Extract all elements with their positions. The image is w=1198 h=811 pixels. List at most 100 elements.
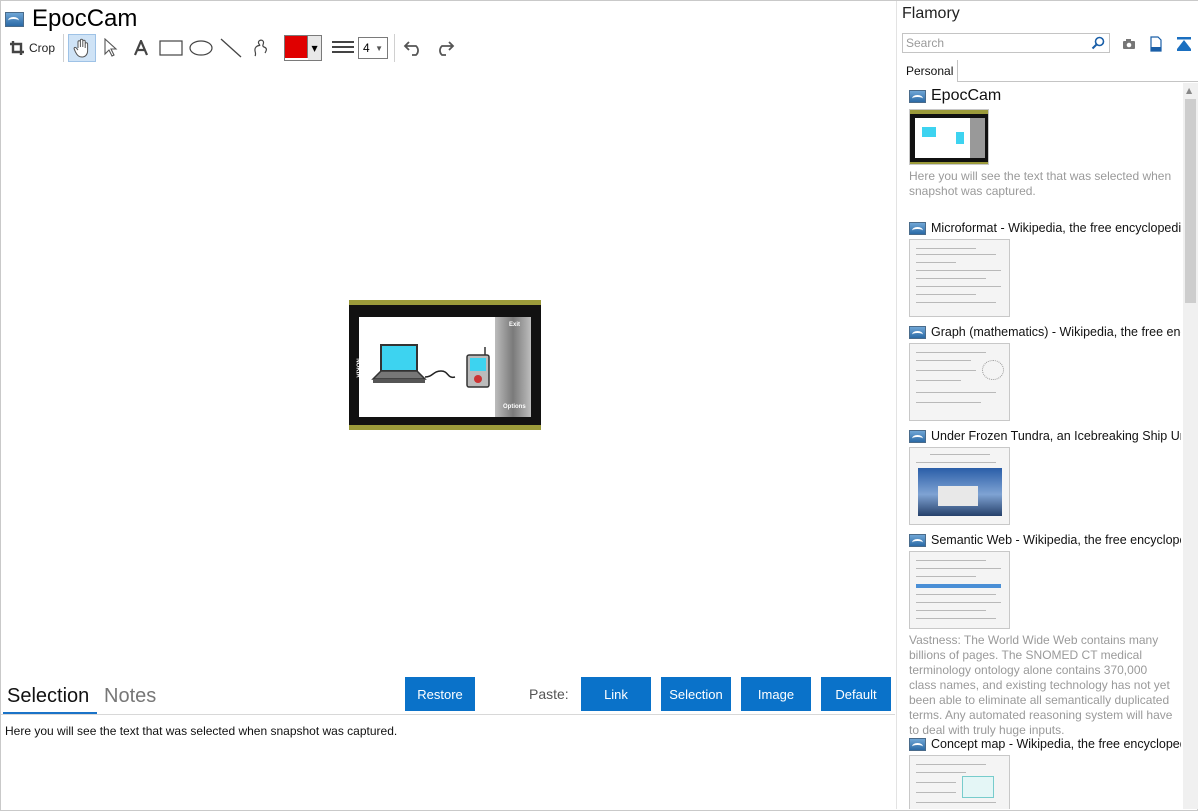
line-icon xyxy=(220,38,242,58)
rectangle-tool-button[interactable] xyxy=(156,34,186,62)
phone-screen xyxy=(359,317,495,417)
annotation-toolbar: Crop ▼ 4 ▼ xyxy=(5,33,459,63)
page-title: EpocCam xyxy=(32,5,138,32)
tab-selection[interactable]: Selection xyxy=(7,685,89,708)
select-tool-button[interactable] xyxy=(96,34,126,62)
flamory-app-icon xyxy=(909,325,926,339)
chevron-down-icon: ▼ xyxy=(375,43,384,53)
list-item-title: Microformat - Wikipedia, the free encycl… xyxy=(931,221,1181,235)
list-item-header: EpocCam xyxy=(909,87,1181,105)
paste-selection-button[interactable]: Selection xyxy=(661,677,731,711)
paste-label: Paste: xyxy=(529,686,569,702)
freehand-squiggle-icon xyxy=(254,39,267,57)
document-icon xyxy=(1150,36,1162,52)
list-item[interactable]: Graph (mathematics) - Wikipedia, the fre… xyxy=(909,325,1181,421)
list-item-header: Semantic Web - Wikipedia, the free encyc… xyxy=(909,533,1181,547)
flamory-app-icon xyxy=(5,11,24,27)
tab-notes[interactable]: Notes xyxy=(104,685,156,708)
scroll-up-icon[interactable]: ▲ xyxy=(1186,86,1192,95)
hand-tool-button[interactable] xyxy=(68,34,97,62)
undo-icon xyxy=(403,41,419,56)
list-item-thumbnail xyxy=(909,109,989,165)
camera-button[interactable] xyxy=(1120,35,1138,53)
crop-label: Crop xyxy=(29,41,56,55)
list-item-header: Concept map - Wikipedia, the free encycl… xyxy=(909,737,1181,751)
text-tool-button[interactable] xyxy=(126,34,156,62)
list-item-title: EpocCam xyxy=(931,87,1002,104)
line-width-value: 4 xyxy=(363,41,370,55)
crop-icon xyxy=(10,41,24,55)
list-item[interactable]: Under Frozen Tundra, an Icebreaking Ship… xyxy=(909,429,1181,525)
snapshot-canvas[interactable]: NOKIA Exit Options xyxy=(1,65,895,679)
hand-icon xyxy=(73,38,89,58)
list-item-description: Here you will see the text that was sele… xyxy=(909,169,1172,198)
search-input[interactable]: Search xyxy=(902,33,1110,53)
tab-divider xyxy=(958,81,1198,82)
list-item-title: Concept map - Wikipedia, the free encycl… xyxy=(931,737,1181,751)
flamory-app-icon xyxy=(909,221,926,235)
line-thickness-icon xyxy=(332,41,355,53)
line-width-dropdown[interactable]: 4 ▼ xyxy=(358,37,389,59)
list-item-header: Microformat - Wikipedia, the free encycl… xyxy=(909,221,1181,235)
list-item-header: Graph (mathematics) - Wikipedia, the fre… xyxy=(909,325,1181,339)
ellipse-icon xyxy=(189,40,213,56)
list-item-description: Vastness: The World Wide Web contains ma… xyxy=(909,633,1173,737)
list-item[interactable]: Microformat - Wikipedia, the free encycl… xyxy=(909,221,1181,317)
flamory-app-icon xyxy=(909,89,926,103)
exit-label: Exit xyxy=(509,322,521,328)
paste-default-button[interactable]: Default xyxy=(821,677,891,711)
redo-icon xyxy=(439,41,455,56)
crop-button[interactable]: Crop xyxy=(5,34,59,62)
title-row: EpocCam xyxy=(5,5,137,33)
list-item[interactable]: EpocCam Here you will see the text that … xyxy=(909,87,1181,199)
flamory-app-icon xyxy=(909,737,926,751)
redo-button[interactable] xyxy=(429,34,459,62)
search-icon[interactable] xyxy=(1091,36,1105,50)
sidebar-scrollbar[interactable]: ▲ xyxy=(1183,83,1198,809)
flamory-app-icon xyxy=(909,533,926,547)
list-item-thumbnail xyxy=(909,447,1010,525)
chevron-down-icon: ▼ xyxy=(308,36,322,60)
line-style-button[interactable] xyxy=(328,34,358,62)
cursor-arrow-icon xyxy=(104,38,118,57)
list-item-header: Under Frozen Tundra, an Icebreaking Ship… xyxy=(909,429,1181,443)
flamory-app-icon xyxy=(909,429,926,443)
list-item-title: Graph (mathematics) - Wikipedia, the fre… xyxy=(931,325,1181,339)
document-button[interactable] xyxy=(1147,35,1165,53)
paste-image-button[interactable]: Image xyxy=(741,677,811,711)
list-item-thumbnail xyxy=(909,551,1010,629)
restore-button[interactable]: Restore xyxy=(405,677,475,711)
tab-divider xyxy=(1,714,895,715)
list-item-title: Semantic Web - Wikipedia, the free encyc… xyxy=(931,533,1181,547)
camera-icon xyxy=(1123,39,1135,49)
text-a-icon xyxy=(134,40,149,56)
flamory-sidebar: Flamory Search Personal EpocCam Here you… xyxy=(896,1,1198,809)
color-picker-dropdown[interactable]: ▼ xyxy=(284,35,323,61)
selection-text-area[interactable]: Here you will see the text that was sele… xyxy=(5,724,397,738)
sidebar-title: Flamory xyxy=(902,5,960,22)
list-item[interactable]: Semantic Web - Wikipedia, the free encyc… xyxy=(909,533,1181,738)
snapshot-list: EpocCam Here you will see the text that … xyxy=(897,83,1183,809)
phone-frame: NOKIA Exit Options xyxy=(349,305,541,425)
list-item-title: Under Frozen Tundra, an Icebreaking Ship… xyxy=(931,429,1181,443)
rectangle-icon xyxy=(159,40,183,56)
list-item-thumbnail xyxy=(909,343,1010,421)
scrollbar-thumb[interactable] xyxy=(1185,99,1196,303)
line-tool-button[interactable] xyxy=(216,34,246,62)
tab-personal[interactable]: Personal xyxy=(902,60,958,82)
paste-link-button[interactable]: Link xyxy=(581,677,651,711)
bottom-bar: Selection Notes Restore Paste: Link Sele… xyxy=(1,677,895,715)
phone-side-panel xyxy=(495,317,531,417)
toolbar-divider xyxy=(394,34,396,62)
snapshot-image: NOKIA Exit Options xyxy=(349,300,541,430)
toolbar-divider xyxy=(63,34,65,62)
color-swatch xyxy=(285,36,309,58)
list-item-thumbnail xyxy=(909,239,1010,317)
editor-pane: EpocCam Crop ▼ 4 ▼ NOKIA Exit Options Se… xyxy=(1,1,895,809)
options-label: Options xyxy=(503,404,526,410)
freehand-tool-button[interactable] xyxy=(246,34,276,62)
undo-button[interactable] xyxy=(399,34,429,62)
collapse-button[interactable] xyxy=(1175,35,1193,53)
list-item[interactable]: Concept map - Wikipedia, the free encycl… xyxy=(909,737,1181,809)
ellipse-tool-button[interactable] xyxy=(186,34,216,62)
